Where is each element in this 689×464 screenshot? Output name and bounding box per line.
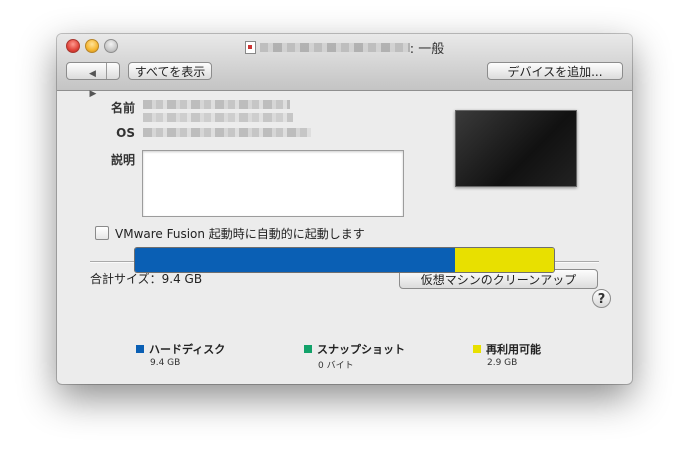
name-label: 名前 — [110, 101, 135, 115]
legend-swatch-reclaimable — [473, 345, 481, 353]
help-button[interactable]: ? — [592, 289, 611, 308]
title-bar: : 一般 ◀▶ すべてを表示 デバイスを追加... — [57, 34, 632, 99]
os-label: OS — [116, 126, 135, 140]
legend-value-reclaimable: 2.9 GB — [487, 358, 518, 368]
legend-hard-disk: ハードディスク — [136, 341, 225, 357]
back-arrow-icon[interactable]: ◀ — [80, 65, 106, 83]
storage-usage-bar — [134, 247, 555, 273]
vm-screen-thumbnail — [455, 110, 577, 187]
preferences-window: : 一般 ◀▶ すべてを表示 デバイスを追加... 名前 OS 説明 VMwar… — [57, 34, 632, 384]
legend-value-snapshot: 0 バイト — [318, 361, 354, 371]
redacted-vm-name — [259, 43, 410, 52]
show-all-button[interactable]: すべてを表示 — [128, 62, 212, 80]
launch-at-startup-checkbox[interactable] — [95, 226, 109, 240]
legend-label-reclaimable: 再利用可能 — [486, 343, 541, 356]
description-label: 説明 — [110, 153, 135, 167]
add-device-button[interactable]: デバイスを追加... — [487, 62, 623, 80]
legend-reclaimable: 再利用可能 — [473, 341, 541, 357]
window-title: : 一般 — [57, 38, 632, 57]
redacted-name-value — [143, 100, 290, 109]
legend-snapshot: スナップショット — [304, 341, 405, 357]
launch-at-startup-row[interactable]: VMware Fusion 起動時に自動的に起動します — [95, 225, 365, 242]
legend-label-snapshot: スナップショット — [317, 343, 405, 356]
nav-separator — [105, 63, 107, 79]
legend-swatch-hard-disk — [136, 345, 144, 353]
window-title-suffix: : 一般 — [409, 42, 445, 57]
vm-document-icon — [244, 41, 256, 54]
back-forward-control: ◀▶ — [66, 62, 120, 99]
redacted-os-value — [143, 128, 311, 137]
legend-value-hard-disk: 9.4 GB — [150, 358, 181, 368]
legend-swatch-snapshot — [304, 345, 312, 353]
storage-segment-hard-disk — [135, 248, 455, 272]
description-field[interactable] — [142, 150, 404, 217]
storage-segment-reclaimable — [455, 248, 554, 272]
redacted-name-value-2 — [143, 113, 293, 122]
launch-at-startup-label: VMware Fusion 起動時に自動的に起動します — [115, 227, 365, 241]
legend-label-hard-disk: ハードディスク — [149, 343, 226, 356]
